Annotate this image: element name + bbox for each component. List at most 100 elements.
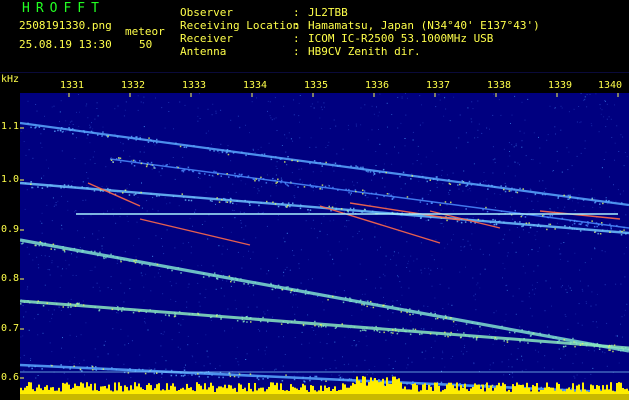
noise-dot: [557, 207, 559, 209]
trace-speckle: [161, 167, 163, 170]
noise-dot: [195, 209, 197, 211]
noise-dot: [155, 97, 156, 99]
trace-speckle: [192, 170, 195, 173]
trace-speckle: [216, 197, 218, 199]
noise-dot: [343, 179, 345, 181]
trace-speckle: [133, 260, 135, 262]
noise-dot: [173, 128, 174, 130]
trace-speckle: [237, 376, 240, 378]
noise-dot: [241, 267, 243, 269]
noise-dot: [181, 260, 183, 262]
location-label: Receiving Location: [180, 19, 300, 32]
trace-speckle: [487, 184, 490, 186]
trace-speckle: [408, 311, 411, 313]
noise-dot: [383, 296, 384, 298]
noise-dot: [361, 321, 363, 323]
trace-speckle: [446, 219, 448, 222]
noise-dot: [460, 350, 462, 352]
trace-speckle: [62, 249, 64, 251]
trace-speckle: [573, 222, 576, 225]
noise-dot: [75, 210, 77, 212]
noise-dot: [521, 370, 523, 372]
trace-speckle: [97, 134, 99, 136]
noise-dot: [76, 111, 77, 113]
noise-dot: [313, 107, 315, 109]
noise-dot: [522, 359, 523, 361]
noise-dot: [344, 336, 346, 338]
noise-dot: [471, 248, 472, 250]
noise-dot: [398, 276, 399, 278]
noise-dot: [65, 131, 67, 133]
trace-speckle: [244, 199, 246, 202]
noise-dot: [592, 321, 594, 323]
noise-dot: [277, 219, 279, 221]
noise-dot: [53, 309, 55, 311]
noise-dot: [160, 345, 162, 347]
noise-dot: [207, 356, 209, 358]
noise-dot: [621, 316, 623, 318]
noise-dot: [623, 253, 625, 255]
noise-dot: [492, 172, 494, 174]
trace-speckle: [387, 308, 389, 310]
noise-dot: [266, 225, 268, 227]
trace-speckle: [175, 374, 177, 377]
trace-speckle: [476, 322, 479, 325]
noise-dot: [375, 287, 376, 289]
noise-dot: [457, 329, 458, 331]
trace-speckle: [67, 184, 70, 187]
y-tick-label: 0.7: [1, 323, 20, 334]
noise-dot: [562, 348, 564, 350]
noise-dot: [139, 354, 141, 356]
trace-speckle: [334, 162, 337, 164]
noise-dot: [68, 264, 70, 266]
noise-dot: [366, 197, 368, 199]
trace-speckle: [394, 327, 397, 330]
noise-dot: [240, 222, 242, 224]
noise-dot: [421, 351, 423, 353]
trace-speckle: [460, 336, 462, 338]
noise-dot: [41, 232, 43, 234]
noise-dot: [57, 266, 59, 268]
noise-dot: [272, 316, 274, 318]
noise-dot: [425, 350, 427, 352]
trace-speckle: [134, 160, 137, 163]
trace-speckle: [131, 162, 133, 165]
trace-speckle: [340, 208, 343, 210]
trace-speckle: [170, 369, 173, 372]
noise-dot: [444, 366, 446, 368]
noise-dot: [36, 256, 38, 258]
noise-dot: [107, 210, 108, 212]
trace-speckle: [184, 199, 187, 201]
noise-dot: [606, 228, 608, 230]
trace-speckle: [215, 171, 217, 173]
trace-speckle: [43, 128, 45, 130]
trace-speckle: [207, 376, 209, 378]
noise-dot: [396, 300, 398, 302]
noise-dot: [348, 129, 350, 131]
noise-dot: [51, 260, 53, 262]
noise-dot: [470, 190, 472, 192]
trace-speckle: [63, 186, 65, 189]
trace-speckle: [69, 129, 71, 132]
trace-speckle: [67, 304, 69, 306]
noise-dot: [421, 104, 422, 106]
trace-speckle: [170, 374, 173, 377]
noise-dot: [477, 100, 479, 102]
noise-dot: [161, 356, 163, 358]
noise-dot: [187, 286, 189, 288]
noise-dot: [397, 127, 399, 129]
noise-dot: [539, 147, 541, 149]
trace-speckle: [486, 210, 489, 213]
trace-speckle: [41, 368, 43, 370]
noise-dot: [609, 176, 610, 178]
noise-dot: [316, 237, 318, 239]
noise-dot: [206, 350, 208, 352]
trace-speckle: [92, 131, 94, 134]
trace-speckle: [215, 315, 218, 317]
noise-dot: [473, 363, 475, 365]
noise-dot: [525, 155, 527, 157]
trace-speckle: [154, 167, 156, 169]
trace-speckle: [228, 275, 231, 277]
noise-dot: [391, 114, 393, 115]
noise-dot: [44, 255, 46, 257]
